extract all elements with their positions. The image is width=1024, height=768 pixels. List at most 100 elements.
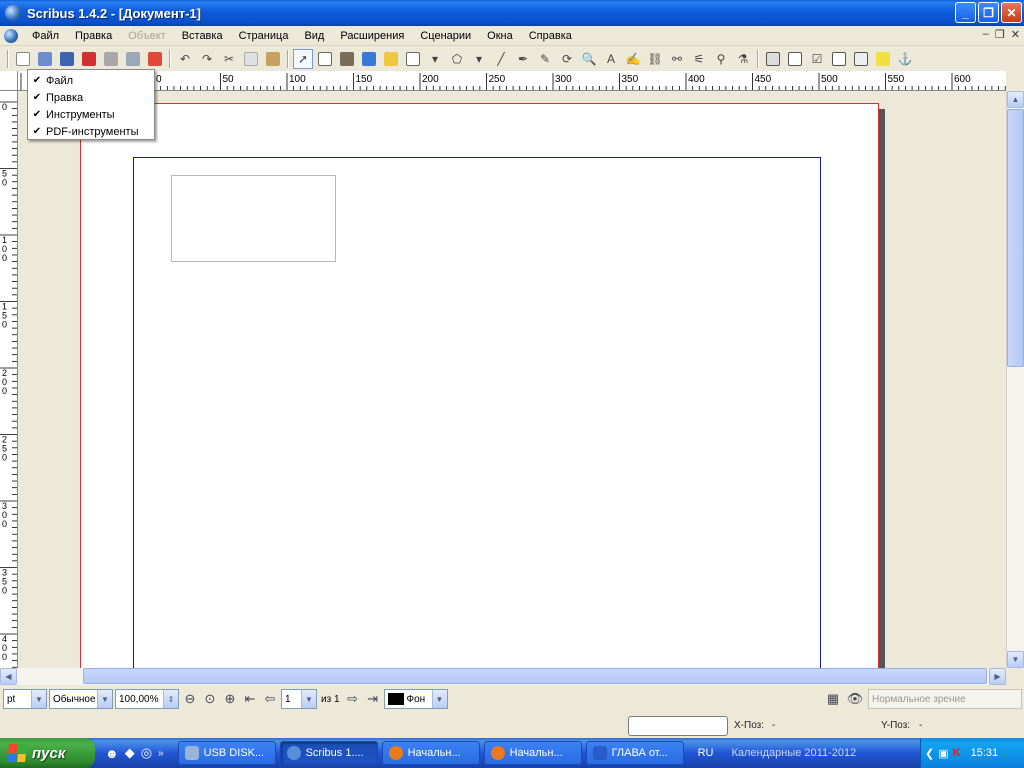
popup-item-pdf-tools[interactable]: ✔ PDF-инструменты [28,123,154,140]
paste-icon[interactable] [263,49,283,69]
cut-icon[interactable]: ✂ [219,49,239,69]
image-frame-icon[interactable] [337,49,357,69]
copy-properties-icon[interactable]: ⚲ [711,49,731,69]
story-editor-icon[interactable]: ✍ [623,49,643,69]
menu-file[interactable]: Файл [24,26,67,46]
vertical-scrollbar[interactable]: ▲ ▼ [1006,91,1024,668]
zoom-out-icon[interactable]: ⊖ [181,690,199,708]
save-document-icon[interactable] [57,49,77,69]
print-icon[interactable] [101,49,121,69]
freehand-icon[interactable]: ✎ [535,49,555,69]
pdf-combobox-icon[interactable] [829,49,849,69]
prev-page-icon[interactable]: ⇦ [261,690,279,708]
document-canvas[interactable] [19,92,1006,668]
popup-item-file[interactable]: ✔ Файл [28,72,154,89]
menu-view[interactable]: Вид [296,26,332,46]
task-firefox-1[interactable]: Начальн... [381,741,480,765]
preflight-icon[interactable] [123,49,143,69]
pdf-button-icon[interactable] [763,49,783,69]
eye-icon[interactable]: 👁 [846,690,864,708]
polygon-icon[interactable]: ⬠ [447,49,467,69]
menu-edit[interactable]: Правка [67,26,120,46]
popup-item-edit[interactable]: ✔ Правка [28,89,154,106]
shape-dropdown-icon[interactable]: ▾ [425,49,445,69]
menu-windows[interactable]: Окна [479,26,521,46]
popup-item-tools[interactable]: ✔ Инструменты [28,106,154,123]
quicklaunch-app-icon[interactable]: ◆ [125,745,135,761]
antivirus-icon[interactable]: K [953,747,961,759]
menu-scripts[interactable]: Сценарии [412,26,479,46]
clock[interactable]: 15:31 [971,747,999,759]
new-document-icon[interactable] [13,49,33,69]
select-tool-icon[interactable]: ➚ [293,49,313,69]
measure-icon[interactable]: ⚟ [689,49,709,69]
open-document-icon[interactable] [35,49,55,69]
view-options-icon[interactable]: ▦ [824,690,842,708]
scribus-app-icon[interactable] [5,5,21,21]
task-word[interactable]: ГЛАВА от... [585,741,684,765]
first-page-icon[interactable]: ⇤ [241,690,259,708]
task-scribus[interactable]: Scribus 1.... [279,741,378,765]
horizontal-scroll-thumb[interactable] [83,668,987,684]
scroll-up-icon[interactable]: ▲ [1007,91,1024,108]
last-page-icon[interactable]: ⇥ [364,690,382,708]
link-frames-icon[interactable]: ⛓ [645,49,665,69]
quicklaunch-app-icon[interactable]: ◎ [141,745,152,761]
task-firefox-2[interactable]: Начальн... [483,741,582,765]
shape-icon[interactable] [403,49,423,69]
network-icon[interactable]: ▣ [938,747,948,760]
pdf-checkbox-icon[interactable]: ☑ [807,49,827,69]
preview-mode-select[interactable]: Обычное ▼ [49,689,113,709]
unlink-frames-icon[interactable]: ⚯ [667,49,687,69]
language-indicator[interactable]: RU [698,747,714,759]
pdf-textfield-icon[interactable] [785,49,805,69]
vision-mode-select[interactable]: Нормальное зрение [868,689,1022,709]
page-select[interactable]: 1 ▼ [281,689,317,709]
chevron-right-icon[interactable]: » [158,748,164,759]
doc-minimize-button[interactable]: – [983,28,989,41]
next-page-icon[interactable]: ⇨ [344,690,362,708]
table-icon[interactable] [381,49,401,69]
document-icon[interactable] [4,28,18,43]
calendar-toolbar[interactable]: Календарные 2011-2012 [731,747,856,759]
rotate-icon[interactable]: ⟳ [557,49,577,69]
text-frame-icon[interactable] [315,49,335,69]
menu-object[interactable]: Объект [120,26,173,46]
minimize-button[interactable]: _ [955,2,976,23]
scroll-right-icon[interactable]: ▶ [989,668,1006,685]
zoom-input[interactable]: 100,00% ⇕ [115,689,179,709]
copy-icon[interactable] [241,49,261,69]
redo-icon[interactable]: ↷ [197,49,217,69]
empty-frame[interactable] [171,175,336,262]
vertical-scroll-thumb[interactable] [1007,109,1024,367]
render-frame-icon[interactable] [359,49,379,69]
close-document-icon[interactable] [79,49,99,69]
menu-help[interactable]: Справка [521,26,580,46]
bezier-icon[interactable]: ✒ [513,49,533,69]
unit-select[interactable]: pt ▼ [3,689,47,709]
menu-extras[interactable]: Расширения [332,26,412,46]
horizontal-ruler[interactable]: 050100150200250300350400450500550600650 [18,71,1006,91]
line-icon[interactable]: ╱ [491,49,511,69]
close-button[interactable]: ✕ [1001,2,1022,23]
pdf-annotation-icon[interactable] [873,49,893,69]
scroll-down-icon[interactable]: ▼ [1007,651,1024,668]
scroll-left-icon[interactable]: ◀ [0,668,17,685]
zoom-100-icon[interactable]: ⊙ [201,690,219,708]
vertical-ruler[interactable]: 050100150200250300350400 [0,91,18,668]
task-usb-disk[interactable]: USB DISK... [177,741,276,765]
undo-icon[interactable]: ↶ [175,49,195,69]
pdf-link-icon[interactable]: ⚓ [895,49,915,69]
ruler-corner[interactable] [0,71,18,91]
polygon-dropdown-icon[interactable]: ▾ [469,49,489,69]
doc-close-button[interactable]: ✕ [1011,28,1020,41]
export-pdf-icon[interactable] [145,49,165,69]
start-button[interactable]: пуск [0,738,95,768]
edit-text-icon[interactable]: A [601,49,621,69]
zoom-in-icon[interactable]: ⊕ [221,690,239,708]
doc-restore-button[interactable]: ❐ [995,28,1005,41]
quicklaunch-app-icon[interactable]: ☻ [105,746,119,761]
menu-page[interactable]: Страница [231,26,297,46]
tray-expand-icon[interactable]: ❮ [925,747,934,760]
layer-select[interactable]: Фон ▼ [383,689,448,709]
